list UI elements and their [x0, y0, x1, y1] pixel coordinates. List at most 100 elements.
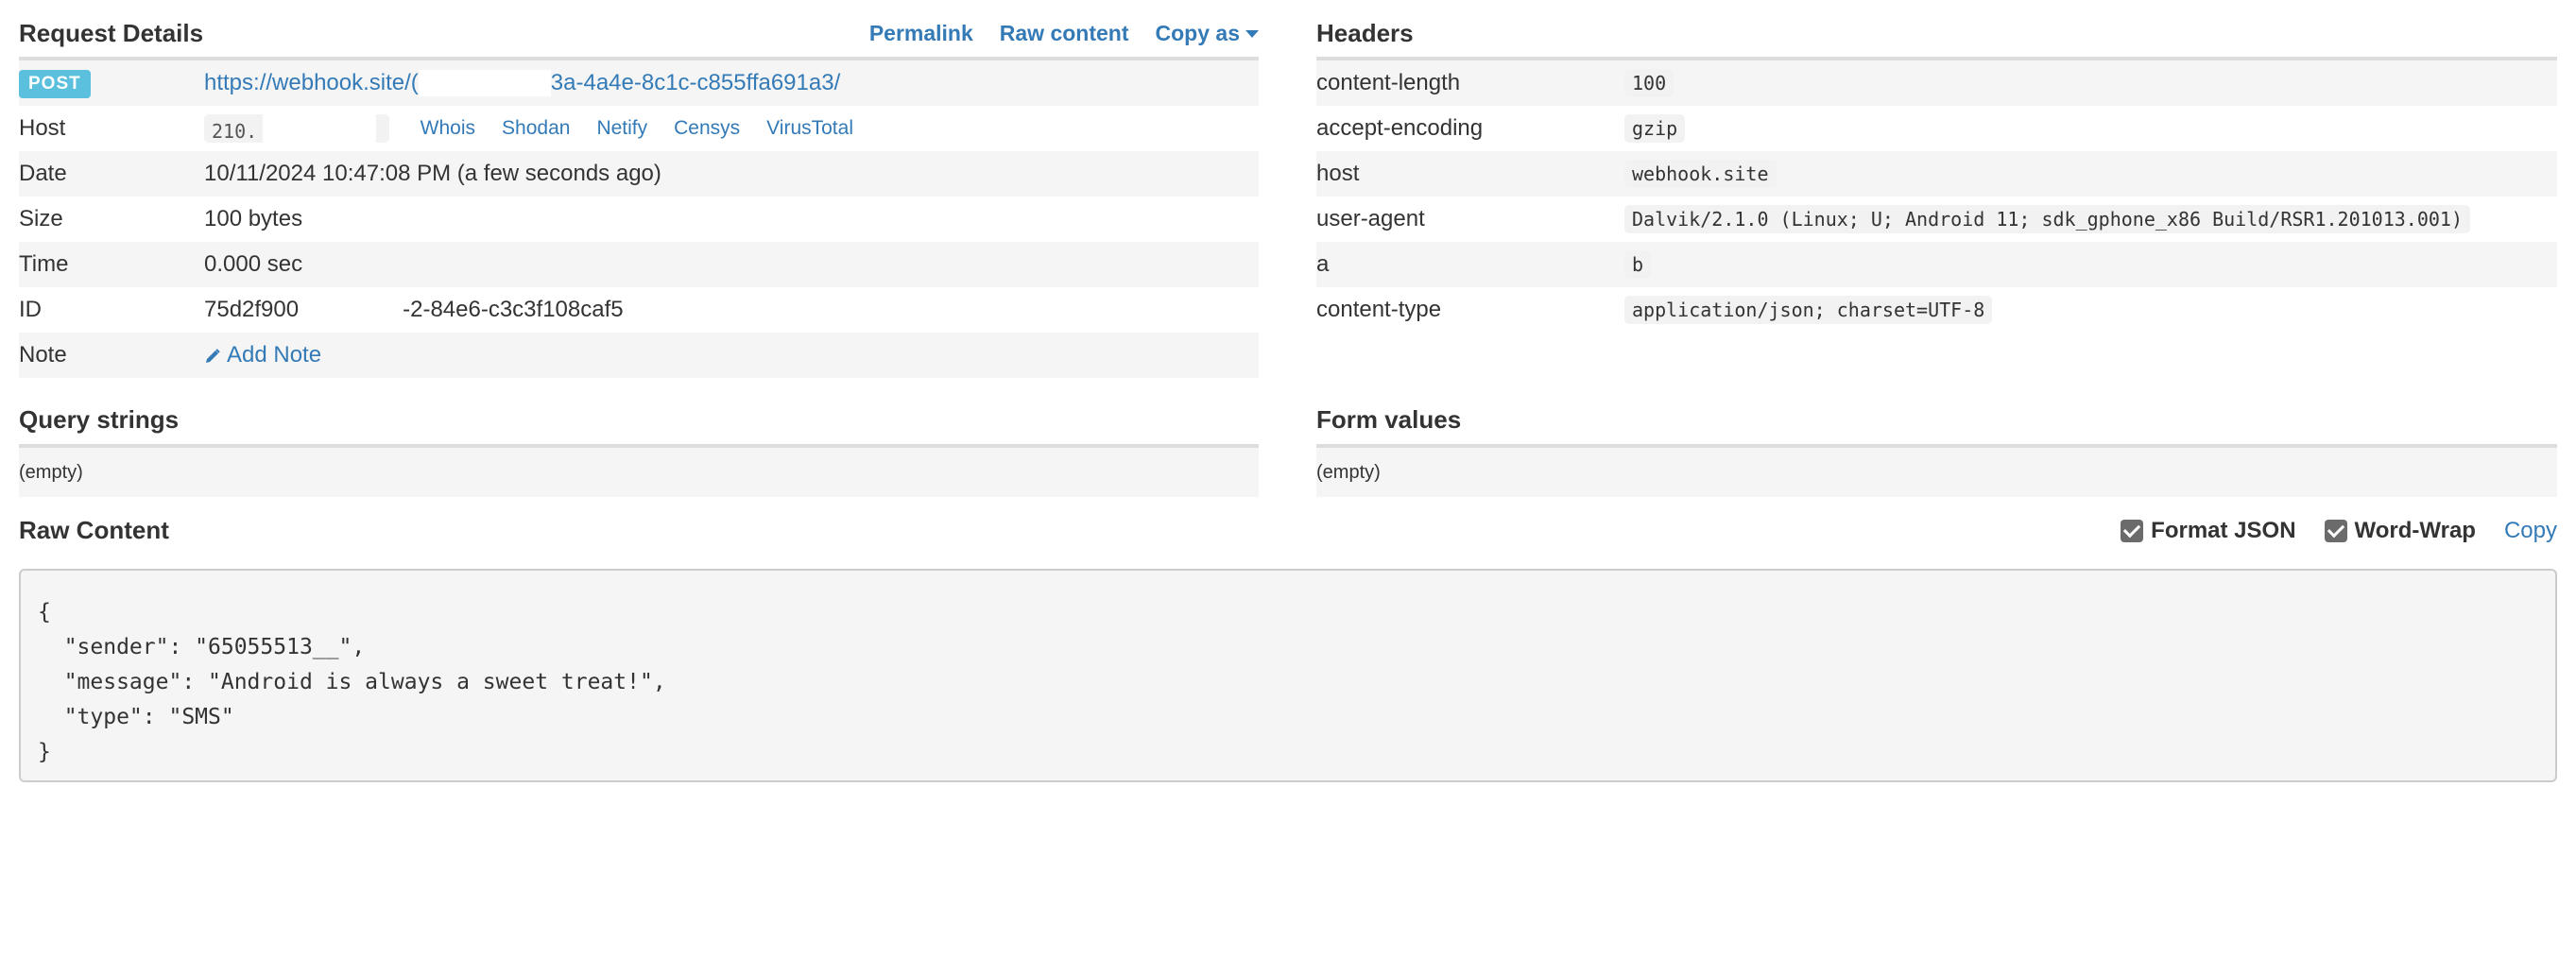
header-value: webhook.site	[1624, 160, 1777, 188]
header-value: gzip	[1624, 114, 1686, 143]
table-row: host webhook.site	[1316, 151, 2557, 197]
size-label: Size	[19, 206, 63, 231]
time-label: Time	[19, 242, 204, 287]
copy-as-label[interactable]: Copy as	[1156, 21, 1240, 45]
raw-content-box: { "sender": "65055513__", "message": "An…	[19, 569, 2557, 782]
header-value: Dalvik/2.1.0 (Linux; U; Android 11; sdk_…	[1624, 205, 2470, 233]
id-cell: 75d2f900 -2-84e6-c3c3f108caf5	[204, 287, 1259, 333]
table-row: Date 10/11/2024 10:47:08 PM (a few secon…	[19, 151, 1259, 197]
code-line: "message": "Android is always a sweet tr…	[38, 670, 666, 694]
request-url-link[interactable]: https://webhook.site/( 3a-4a4e-8c1c-c855f…	[204, 70, 840, 97]
format-json-label: Format JSON	[2151, 518, 2296, 543]
copy-as-dropdown[interactable]: Copy as	[1156, 21, 1259, 46]
form-values-empty: (empty)	[1316, 448, 2557, 497]
code-line: "type": "SMS"	[38, 705, 234, 729]
header-value-cell: gzip	[1624, 106, 2557, 151]
whois-link[interactable]: Whois	[421, 117, 475, 140]
header-value-cell: application/json; charset=UTF-8	[1624, 287, 2557, 333]
method-cell: POST	[19, 60, 204, 106]
note-cell: Add Note	[204, 333, 1259, 378]
header-name: content-type	[1316, 297, 1442, 322]
host-value: 210.	[204, 114, 389, 143]
code-line: }	[38, 740, 51, 764]
code-line: {	[38, 600, 51, 624]
time-value: 0.000 sec	[204, 242, 1259, 287]
copy-button[interactable]: Copy	[2504, 518, 2557, 544]
table-row: Size 100 bytes	[19, 197, 1259, 242]
query-strings-header: Query strings	[19, 395, 1259, 448]
header-value: 100	[1624, 69, 1674, 97]
table-row: content-length 100	[1316, 60, 2557, 106]
request-details-table: POST https://webhook.site/( 3a-4a4e-8c1c-…	[19, 60, 1259, 378]
pencil-icon	[206, 348, 220, 363]
raw-content-options: Format JSON Word-Wrap Copy	[2121, 518, 2557, 544]
table-row: accept-encoding gzip	[1316, 106, 2557, 151]
host-label: Host	[19, 115, 66, 141]
header-value-cell: b	[1624, 242, 2557, 287]
note-label: Note	[19, 333, 204, 378]
virustotal-link[interactable]: VirusTotal	[766, 117, 853, 140]
table-row: ID 75d2f900 -2-84e6-c3c3f108caf5	[19, 287, 1259, 333]
format-json-toggle[interactable]: Format JSON	[2121, 518, 2296, 544]
id-label: ID	[19, 297, 42, 322]
redaction	[418, 70, 551, 97]
table-row: user-agent Dalvik/2.1.0 (Linux; U; Andro…	[1316, 197, 2557, 242]
request-details-panel: Request Details Permalink Raw content Co…	[19, 9, 1259, 378]
header-name: host	[1316, 151, 1624, 197]
code-line: "sender": "65055513__",	[38, 635, 366, 659]
date-value: 10/11/2024 10:47:08 PM (a few seconds ag…	[204, 151, 1259, 197]
request-details-title: Request Details	[19, 18, 204, 47]
url-prefix[interactable]: https://webhook.site/(	[204, 70, 419, 95]
table-row: Host 210. Whois Shodan Netify Censys Vir…	[19, 106, 1259, 151]
table-row: content-type application/json; charset=U…	[1316, 287, 2557, 333]
host-cell: 210. Whois Shodan Netify Censys VirusTot…	[204, 106, 1259, 151]
host-partial: 210.	[212, 120, 258, 143]
permalink-link[interactable]: Permalink	[869, 21, 973, 46]
header-name: accept-encoding	[1316, 115, 1484, 141]
word-wrap-toggle[interactable]: Word-Wrap	[2324, 518, 2476, 544]
form-values-header: Form values	[1316, 395, 2557, 448]
header-value-cell: webhook.site	[1624, 151, 2557, 197]
table-row: a b	[1316, 242, 2557, 287]
caret-down-icon	[1245, 30, 1259, 39]
raw-content-title: Raw Content	[19, 516, 169, 544]
redaction	[263, 114, 376, 143]
form-values-panel: Form values (empty)	[1316, 395, 2557, 497]
table-row: Note Add Note	[19, 333, 1259, 378]
query-strings-empty: (empty)	[19, 448, 1259, 497]
id-suffix: -2-84e6-c3c3f108caf5	[403, 297, 624, 322]
header-value-cell: 100	[1624, 60, 2557, 106]
shodan-link[interactable]: Shodan	[502, 117, 570, 140]
headers-title: Headers	[1316, 18, 1414, 47]
redaction	[299, 298, 404, 323]
header-value: application/json; charset=UTF-8	[1624, 296, 1993, 324]
date-label: Date	[19, 151, 204, 197]
headers-header: Headers	[1316, 9, 2557, 60]
headers-table: content-length 100 accept-encoding gzip …	[1316, 60, 2557, 333]
header-name: user-agent	[1316, 206, 1425, 231]
method-badge: POST	[19, 69, 91, 98]
raw-content-link[interactable]: Raw content	[1000, 21, 1129, 46]
host-lookup-links: Whois Shodan Netify Censys VirusTotal	[421, 117, 853, 140]
url-suffix[interactable]: 3a-4a4e-8c1c-c855ffa691a3/	[551, 70, 840, 95]
size-value: 100 bytes	[204, 206, 303, 231]
headers-panel: Headers content-length 100 accept-encodi…	[1316, 9, 2557, 333]
censys-link[interactable]: Censys	[674, 117, 740, 140]
url-cell: https://webhook.site/( 3a-4a4e-8c1c-c855f…	[204, 60, 1259, 106]
word-wrap-label: Word-Wrap	[2354, 518, 2476, 543]
table-row: POST https://webhook.site/( 3a-4a4e-8c1c-…	[19, 60, 1259, 106]
form-values-title: Form values	[1316, 404, 1462, 434]
add-note-button[interactable]: Add Note	[204, 342, 321, 368]
table-row: Time 0.000 sec	[19, 242, 1259, 287]
query-strings-panel: Query strings (empty)	[19, 395, 1259, 497]
request-actions: Permalink Raw content Copy as	[869, 21, 1259, 46]
header-value: b	[1624, 250, 1652, 279]
query-strings-title: Query strings	[19, 404, 180, 434]
header-name: content-length	[1316, 60, 1624, 106]
add-note-label[interactable]: Add Note	[227, 342, 321, 368]
checkbox-checked-icon[interactable]	[2121, 520, 2144, 542]
checkbox-checked-icon[interactable]	[2324, 520, 2347, 542]
netify-link[interactable]: Netify	[596, 117, 647, 140]
header-value-cell: Dalvik/2.1.0 (Linux; U; Android 11; sdk_…	[1624, 197, 2557, 242]
id-prefix: 75d2f900	[204, 297, 300, 322]
